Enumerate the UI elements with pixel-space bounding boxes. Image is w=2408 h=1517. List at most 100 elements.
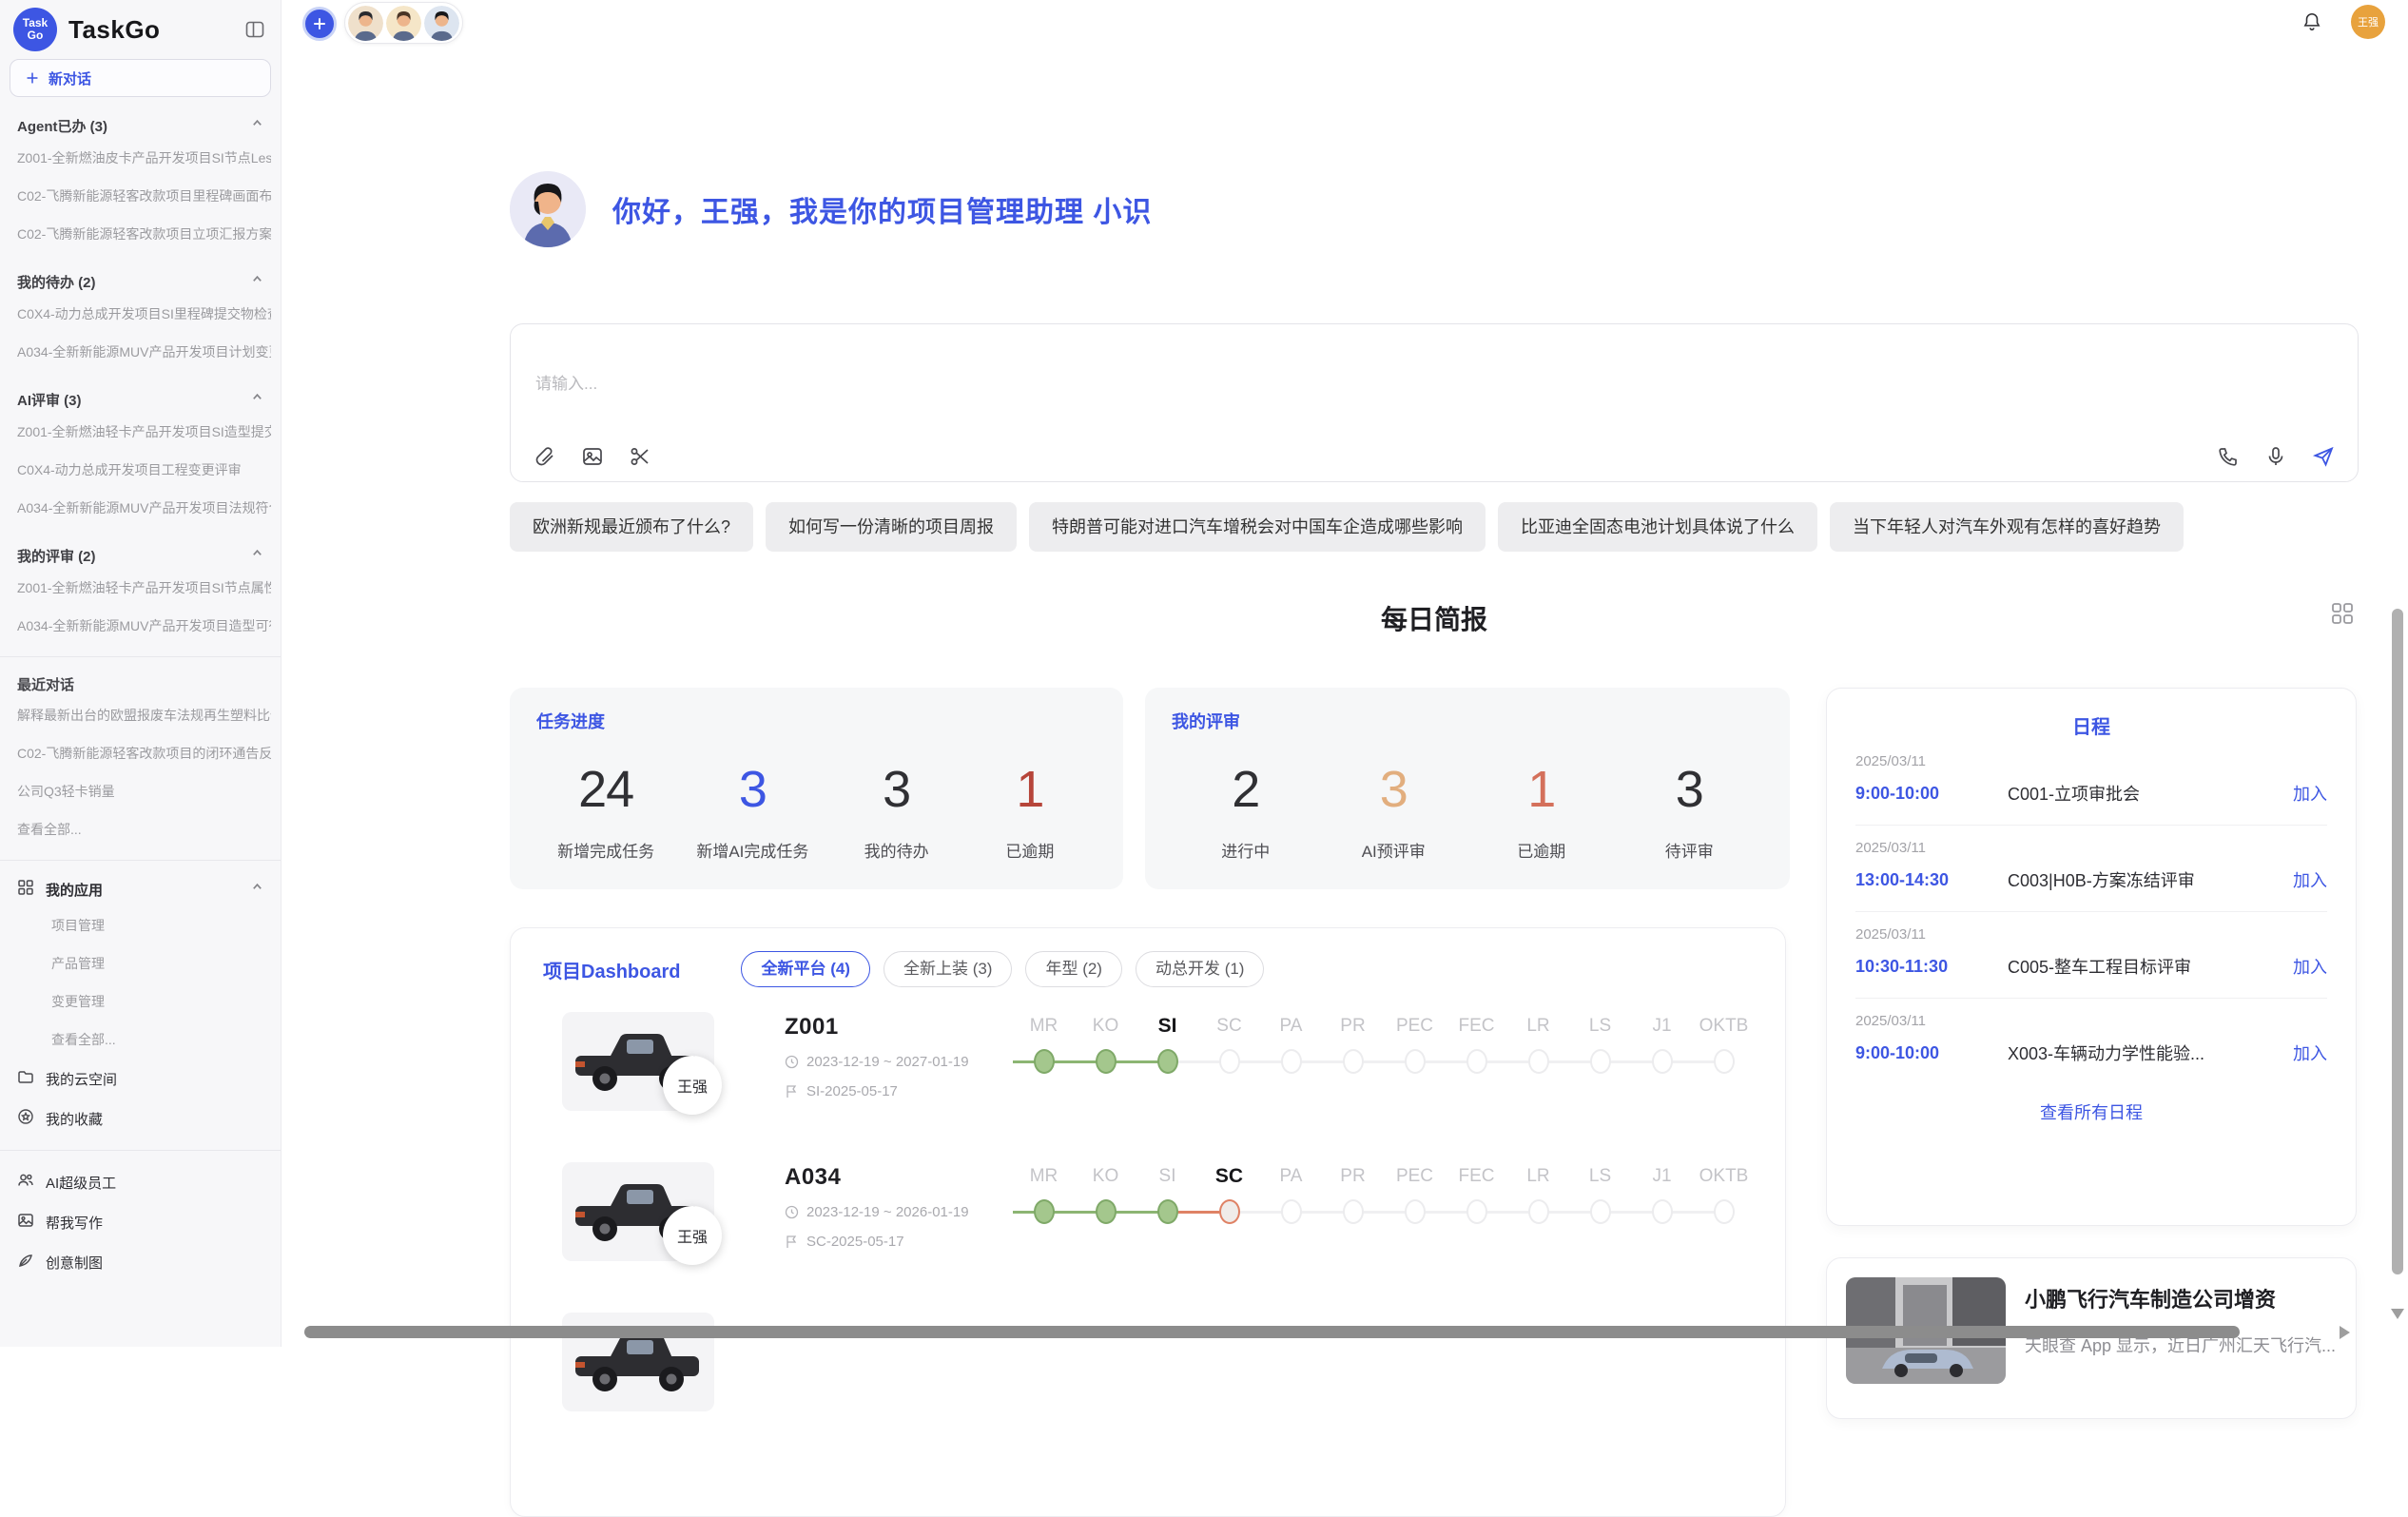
milestone-cell: LR <box>1507 1012 1569 1162</box>
milestone-node-area <box>1136 1041 1198 1084</box>
milestone-cell: KO <box>1075 1012 1136 1162</box>
suggestion-chip[interactable]: 如何写一份清晰的项目周报 <box>766 502 1017 552</box>
stat-label: 进行中 <box>1200 838 1291 862</box>
milestone-cell: LR <box>1507 1162 1569 1313</box>
chat-input[interactable] <box>534 368 1964 429</box>
schedule-join-link[interactable]: 加入 <box>2293 954 2327 979</box>
dashboard-filter-pill[interactable]: 年型 (2) <box>1025 951 1122 987</box>
milestone-label: J1 <box>1631 1012 1693 1041</box>
scroll-down-arrow-icon[interactable] <box>2391 1309 2404 1319</box>
notification-bell-icon[interactable] <box>2301 11 2322 32</box>
milestone-node-area <box>1136 1191 1198 1235</box>
milestone-cell: SC <box>1198 1012 1260 1162</box>
sidebar-task-item[interactable]: A034-全新新能源MUV产品开发项目法规符合性评审 <box>10 489 271 527</box>
sidebar-task-item[interactable]: Z001-全新燃油轻卡产品开发项目SI节点属性5D文件评审 <box>10 569 271 607</box>
sidebar-task-item[interactable]: C02-飞腾新能源轻客改款项目里程碑画面布置 <box>10 177 271 215</box>
sidebar-section-header[interactable]: 我的待办 (2) <box>10 268 271 295</box>
news-card[interactable]: 小鹏飞行汽车制造公司增资 天眼查 App 显示，近日广州汇天飞行汽... <box>1826 1257 2357 1419</box>
milestone-node-area <box>1507 1041 1569 1084</box>
microphone-icon[interactable] <box>2264 445 2287 468</box>
dashboard-filter-pill[interactable]: 全新平台 (4) <box>741 951 870 987</box>
sidebar-section-header[interactable]: 我的评审 (2) <box>10 542 271 569</box>
milestone-track: MRKOSISCPAPRPECFECLRLSJ1OKTB <box>1013 1012 1760 1162</box>
agent-avatar[interactable] <box>424 6 459 41</box>
suggestion-chip[interactable]: 当下年轻人对汽车外观有怎样的喜好趋势 <box>1830 502 2184 552</box>
sidebar-item-shortcut[interactable]: 我的云空间 <box>10 1059 271 1099</box>
recent-conversation-item[interactable]: C02-飞腾新能源轻客改款项目的闭环通告反馈情况 <box>10 734 271 772</box>
sidebar-collapse-icon[interactable] <box>244 19 265 40</box>
daily-briefing-title: 每日简报 <box>1381 605 1487 634</box>
stat-label: 新增AI完成任务 <box>696 838 808 862</box>
milestone-node-area <box>1631 1041 1693 1084</box>
stat-row: 24新增完成任务3新增AI完成任务3我的待办1已逾期 <box>536 762 1097 862</box>
sidebar-item-tool[interactable]: 帮我写作 <box>10 1202 271 1242</box>
scissors-icon[interactable] <box>629 445 651 468</box>
phone-icon[interactable] <box>2217 445 2240 468</box>
agent-avatar[interactable] <box>386 6 421 41</box>
milestone-cell: PEC <box>1384 1012 1446 1162</box>
paperclip-icon[interactable] <box>534 445 556 468</box>
sidebar-task-item[interactable]: A034-全新新能源MUV产品开发项目计划变更表编写 <box>10 333 271 371</box>
sidebar-task-item[interactable]: C0X4-动力总成开发项目工程变更评审 <box>10 451 271 489</box>
project-owner-avatar: 王强 <box>663 1206 722 1265</box>
schedule-item[interactable]: 2025/03/1110:30-11:30C005-整车工程目标评审加入 <box>1855 912 2327 999</box>
sidebar-item-tool[interactable]: 创意制图 <box>10 1242 271 1282</box>
sidebar-task-item[interactable]: Z001-全新燃油轻卡产品开发项目SI造型提交物评审 <box>10 413 271 451</box>
milestone-label: OKTB <box>1693 1012 1755 1041</box>
view-all-schedule-link[interactable]: 查看所有日程 <box>1855 1099 2327 1124</box>
agent-avatar[interactable] <box>348 6 383 41</box>
milestone-cell: FEC <box>1446 1162 1507 1313</box>
project-code[interactable]: Z001 <box>785 1014 1013 1041</box>
app-item[interactable]: 产品管理 <box>10 944 271 982</box>
sidebar-item-tool[interactable]: AI超级员工 <box>10 1162 271 1202</box>
suggestion-chip[interactable]: 特朗普可能对进口汽车增税会对中国车企造成哪些影响 <box>1029 502 1486 552</box>
recent-conversation-item[interactable]: 公司Q3轻卡销量 <box>10 772 271 810</box>
schedule-time: 9:00-10:00 <box>1855 784 2008 804</box>
tool-label: AI超级员工 <box>46 1173 116 1193</box>
sidebar-item-shortcut[interactable]: 我的收藏 <box>10 1099 271 1138</box>
sidebar-task-item[interactable]: Z001-全新燃油皮卡产品开发项目SI节点Lesson Learn报告 <box>10 139 271 177</box>
project-row: 王强A0342023-12-19 ~ 2026-01-19SC-2025-05-… <box>535 1162 1760 1313</box>
app-item[interactable]: 项目管理 <box>10 906 271 944</box>
recent-conversations-label: 最近对话 <box>10 669 271 696</box>
suggestion-chip[interactable]: 比亚迪全固态电池计划具体说了什么 <box>1498 502 1817 552</box>
schedule-join-link[interactable]: 加入 <box>2293 781 2327 806</box>
new-session-button[interactable] <box>302 7 337 41</box>
recent-conversation-item[interactable]: 解释最新出台的欧盟报废车法规再生塑料比例被调至15%... <box>10 696 271 734</box>
dashboard-filter-pill[interactable]: 全新上装 (3) <box>884 951 1013 987</box>
dashboard-filter-pill[interactable]: 动总开发 (1) <box>1136 951 1265 987</box>
milestone-node-area <box>1693 1191 1755 1235</box>
apps-view-all-link[interactable]: 查看全部... <box>10 1021 271 1059</box>
sidebar-section-label: Agent已办 (3) <box>17 116 107 136</box>
scroll-right-arrow-icon[interactable] <box>2340 1326 2350 1339</box>
news-content: 小鹏飞行汽车制造公司增资 天眼查 App 显示，近日广州汇天飞行汽... <box>2025 1277 2337 1399</box>
schedule-join-link[interactable]: 加入 <box>2293 867 2327 892</box>
app-item[interactable]: 变更管理 <box>10 982 271 1021</box>
sidebar-item-my-apps[interactable]: 我的应用 <box>10 872 271 906</box>
schedule-item[interactable]: 2025/03/119:00-10:00C001-立项审批会加入 <box>1855 739 2327 826</box>
sidebar-task-item[interactable]: C02-飞腾新能源轻客改款项目立项汇报方案 <box>10 215 271 253</box>
sidebar-section-header[interactable]: AI评审 (3) <box>10 386 271 413</box>
user-avatar[interactable]: 王强 <box>2351 5 2385 39</box>
project-media: 王强 <box>562 1012 771 1162</box>
send-icon[interactable] <box>2312 445 2335 468</box>
flag-icon <box>785 1235 799 1249</box>
schedule-join-link[interactable]: 加入 <box>2293 1041 2327 1065</box>
layout-grid-icon[interactable] <box>2330 601 2355 626</box>
image-attach-icon[interactable] <box>581 445 604 468</box>
horizontal-scrollbar[interactable] <box>304 1326 2240 1338</box>
schedule-item[interactable]: 2025/03/1113:00-14:30C003|H0B-方案冻结评审加入 <box>1855 826 2327 912</box>
vertical-scrollbar[interactable] <box>2392 609 2403 1274</box>
shortcut-label: 我的收藏 <box>46 1109 103 1129</box>
new-chat-button[interactable]: 新对话 <box>10 59 271 97</box>
sidebar-section-header[interactable]: Agent已办 (3) <box>10 112 271 139</box>
sidebar-task-item[interactable]: A034-全新新能源MUV产品开发项目造型可行性评审 <box>10 607 271 645</box>
project-media: 王强 <box>562 1162 771 1313</box>
milestone-cell: SI <box>1136 1162 1198 1313</box>
schedule-item[interactable]: 2025/03/119:00-10:00X003-车辆动力学性能验...加入 <box>1855 999 2327 1084</box>
recent-view-all-link[interactable]: 查看全部... <box>10 810 271 848</box>
project-code[interactable]: A034 <box>785 1164 1013 1191</box>
flag-icon <box>785 1084 799 1099</box>
suggestion-chip[interactable]: 欧洲新规最近颁布了什么? <box>510 502 753 552</box>
sidebar-task-item[interactable]: C0X4-动力总成开发项目SI里程碑提交物检查 <box>10 295 271 333</box>
